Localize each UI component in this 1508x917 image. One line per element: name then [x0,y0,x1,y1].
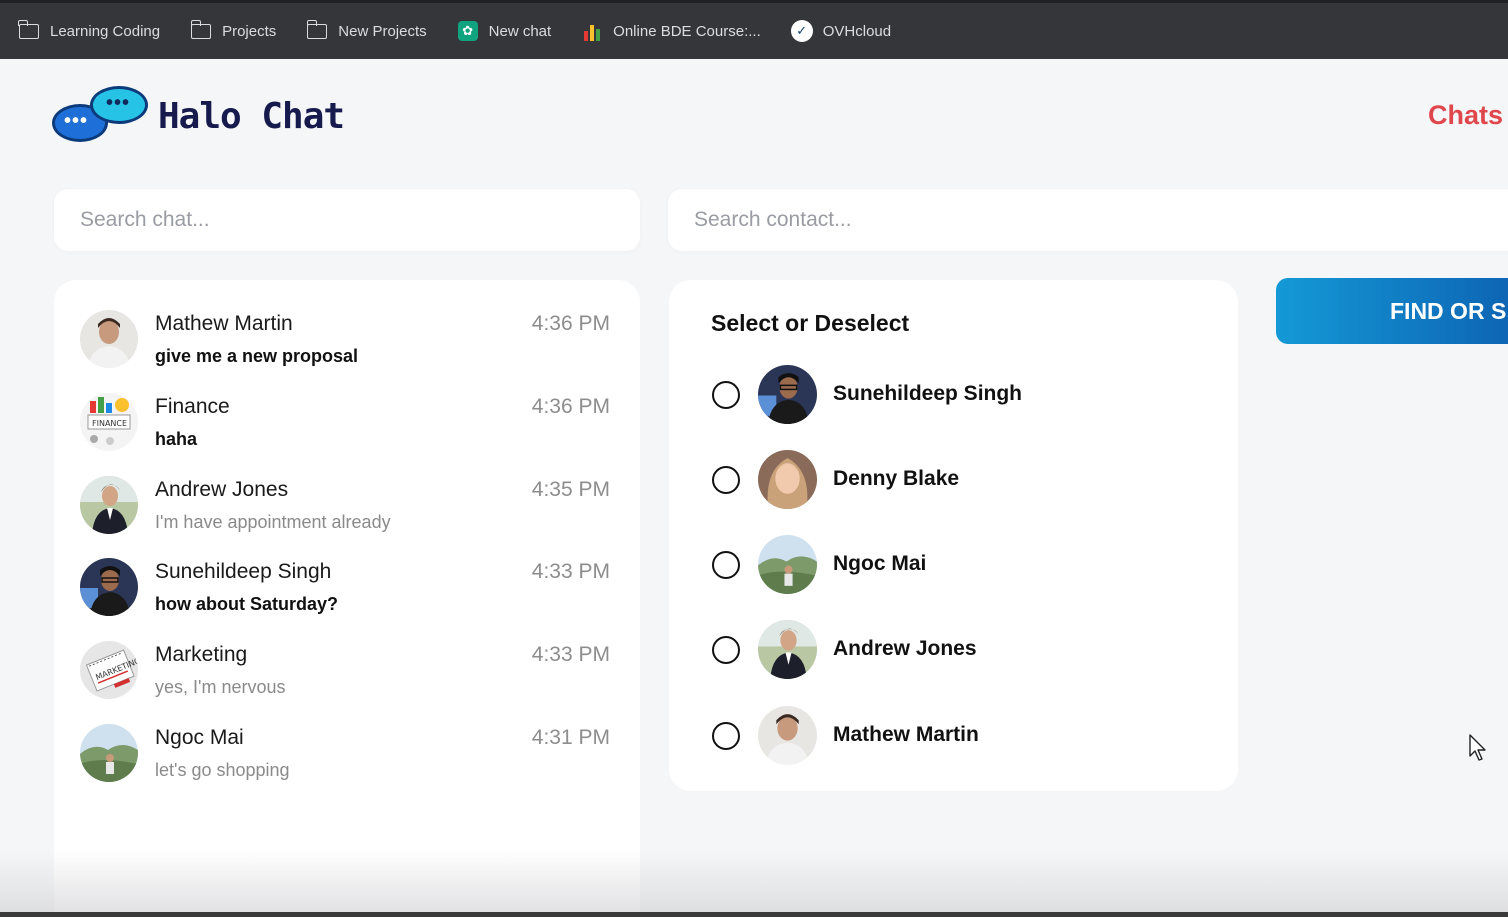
chat-time: 4:35 PM [531,478,610,501]
contact-name: Sunehildeep Singh [833,382,1023,405]
bookmarks-bar: Learning Coding Projects New Projects ✿ … [0,0,1508,59]
panel-title: Select or Deselect [711,310,910,336]
chat-name: Ngoc Mai [155,726,244,749]
folder-icon [18,19,40,40]
bde-course-icon [581,22,603,41]
chat-list: Mathew Martin give me a new proposal 4:3… [54,280,640,917]
contact-row-sunehildeep-singh[interactable]: Sunehildeep Singh [669,365,1238,425]
chat-time: 4:36 PM [531,312,610,335]
contact-radio[interactable] [712,636,740,664]
chat-item-sunehildeep-singh[interactable]: Sunehildeep Singh how about Saturday? 4:… [54,558,640,640]
contact-row-denny-blake[interactable]: Denny Blake [669,450,1238,510]
avatar: MARKETING [80,641,138,699]
chat-name: Finance [155,395,230,418]
ovhcloud-icon: ✓ [790,20,813,42]
bookmark-label: Online BDE Course:... [613,22,761,40]
avatar [80,476,138,534]
chat-name: Marketing [155,643,248,666]
avatar: FINANCE [80,393,138,451]
contact-radio[interactable] [712,381,740,409]
contact-radio[interactable] [712,722,740,750]
chat-last-message: yes, I'm nervous [155,677,286,697]
avatar [758,450,817,509]
chat-item-finance[interactable]: FINANCE Finance haha 4:36 PM [54,393,640,475]
bookmark-label: New chat [488,22,552,40]
bookmark-projects[interactable]: Projects [190,19,277,40]
app-title: Halo Chat [158,95,345,137]
contact-row-ngoc-mai[interactable]: Ngoc Mai [669,535,1238,595]
contact-name: Mathew Martin [833,723,979,746]
chat-name: Sunehildeep Singh [155,560,332,583]
bookmark-label: OVHcloud [822,22,892,40]
chat-time: 4:33 PM [531,643,610,666]
nav-chats-link[interactable]: Chats [1428,100,1503,131]
contact-row-andrew-jones[interactable]: Andrew Jones [669,620,1238,680]
folder-icon [306,19,328,40]
avatar [758,620,817,679]
bookmark-new-chat[interactable]: ✿ New chat [457,21,552,41]
chat-bubbles-icon: ••• ••• [52,86,148,146]
contact-name: Ngoc Mai [833,552,927,575]
avatar [758,706,817,765]
mouse-cursor-icon [1469,734,1486,761]
chat-last-message: haha [155,429,198,449]
avatar [758,535,817,594]
chat-item-ngoc-mai[interactable]: Ngoc Mai let's go shopping 4:31 PM [54,724,640,806]
search-chat-input[interactable] [54,189,640,251]
bookmark-label: Learning Coding [50,22,161,40]
chat-time: 4:36 PM [531,395,610,418]
chatgpt-icon: ✿ [457,21,479,41]
taskbar-edge [0,912,1508,917]
bookmark-bde-course[interactable]: Online BDE Course:... [581,22,761,41]
contact-select-panel: Select or Deselect Sunehildeep Singh Den… [669,280,1238,791]
chat-name: Mathew Martin [155,312,293,335]
bookmark-label: New Projects [338,22,427,40]
svg-text:FINANCE: FINANCE [92,419,127,428]
app-logo[interactable]: ••• ••• Halo Chat [52,86,345,146]
find-or-start-chat-button[interactable]: FIND OR S [1276,278,1508,344]
chat-item-andrew-jones[interactable]: Andrew Jones I'm have appointment alread… [54,476,640,558]
bookmark-learning-coding[interactable]: Learning Coding [18,19,161,40]
contact-name: Denny Blake [833,467,960,490]
chat-item-mathew-martin[interactable]: Mathew Martin give me a new proposal 4:3… [54,310,640,392]
search-contact-input[interactable] [668,189,1508,251]
bookmark-ovhcloud[interactable]: ✓ OVHcloud [790,20,892,42]
chat-last-message: how about Saturday? [155,594,339,614]
chat-name: Andrew Jones [155,478,289,501]
chat-last-message: give me a new proposal [155,346,359,366]
chat-last-message: let's go shopping [155,760,290,780]
chat-time: 4:33 PM [531,560,610,583]
bookmark-label: Projects [222,22,277,40]
avatar [80,310,138,368]
contact-radio[interactable] [712,466,740,494]
bookmark-new-projects[interactable]: New Projects [306,19,427,40]
avatar [80,724,138,782]
avatar [758,365,817,424]
chat-item-marketing[interactable]: MARKETING Marketing yes, I'm nervous 4:3… [54,641,640,723]
contact-row-mathew-martin[interactable]: Mathew Martin [669,706,1238,766]
chat-last-message: I'm have appointment already [155,512,391,532]
contact-name: Andrew Jones [833,637,977,660]
avatar [80,558,138,616]
chat-time: 4:31 PM [531,726,610,749]
contact-radio[interactable] [712,551,740,579]
folder-icon [190,19,212,40]
